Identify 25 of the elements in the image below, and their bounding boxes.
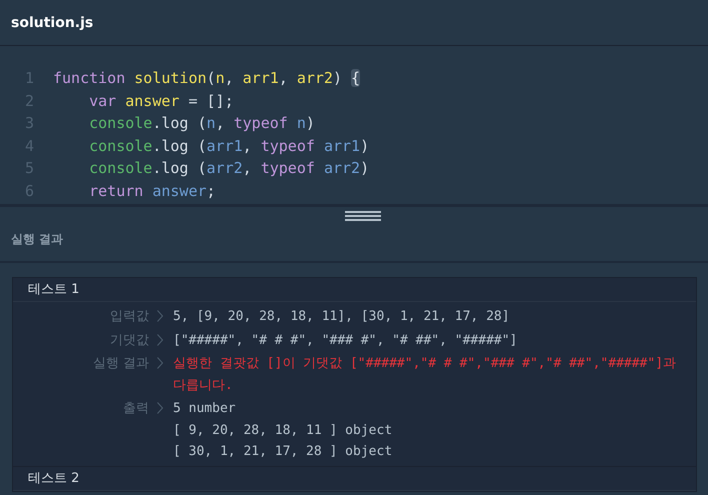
code-line: return answer; bbox=[88, 182, 216, 200]
resize-handle-icon[interactable] bbox=[345, 211, 381, 221]
result-label: 기댓값 bbox=[110, 332, 149, 348]
chevron-icon bbox=[157, 402, 163, 414]
file-tab-title[interactable]: solution.js bbox=[11, 14, 94, 30]
result-label: 실행 결과 bbox=[92, 355, 149, 372]
result-value: ["#####", "# # #", "### #", "# ##", "#####"] bbox=[173, 332, 518, 350]
code-line: var answer = []; bbox=[88, 92, 234, 110]
code-line: console.log (arr2, typeof arr2) bbox=[88, 159, 370, 178]
code-line: console.log (arr1, typeof arr1) bbox=[88, 136, 370, 155]
chevron-icon bbox=[157, 334, 163, 346]
result-value: [ 9, 20, 28, 18, 11 ] object bbox=[173, 422, 394, 440]
error-message: 실행한 결괏값 []이 기댓값 ["#####","# # #","### #","# ##","#####"]과 다릅니다. bbox=[173, 355, 678, 394]
code-line: function solution(n, arr1, arr2) { bbox=[53, 69, 360, 88]
result-label: 출력 bbox=[123, 400, 149, 417]
result-value: [ 30, 1, 21, 17, 28 ] object bbox=[173, 443, 394, 461]
code-line: console.log (n, typeof n) bbox=[88, 114, 315, 132]
chevron-icon bbox=[157, 310, 163, 322]
result-value: 5 number bbox=[173, 400, 237, 418]
result-label: 입력값 bbox=[110, 308, 149, 325]
test-title: 테스트 1 bbox=[13, 278, 696, 302]
test-title: 테스트 2 bbox=[13, 466, 696, 490]
result-value: 5, [9, 20, 28, 18, 11], [30, 1, 21, 17, 28] bbox=[173, 308, 511, 326]
chevron-icon bbox=[157, 357, 163, 369]
results-heading: 실행 결과 bbox=[0, 221, 708, 263]
